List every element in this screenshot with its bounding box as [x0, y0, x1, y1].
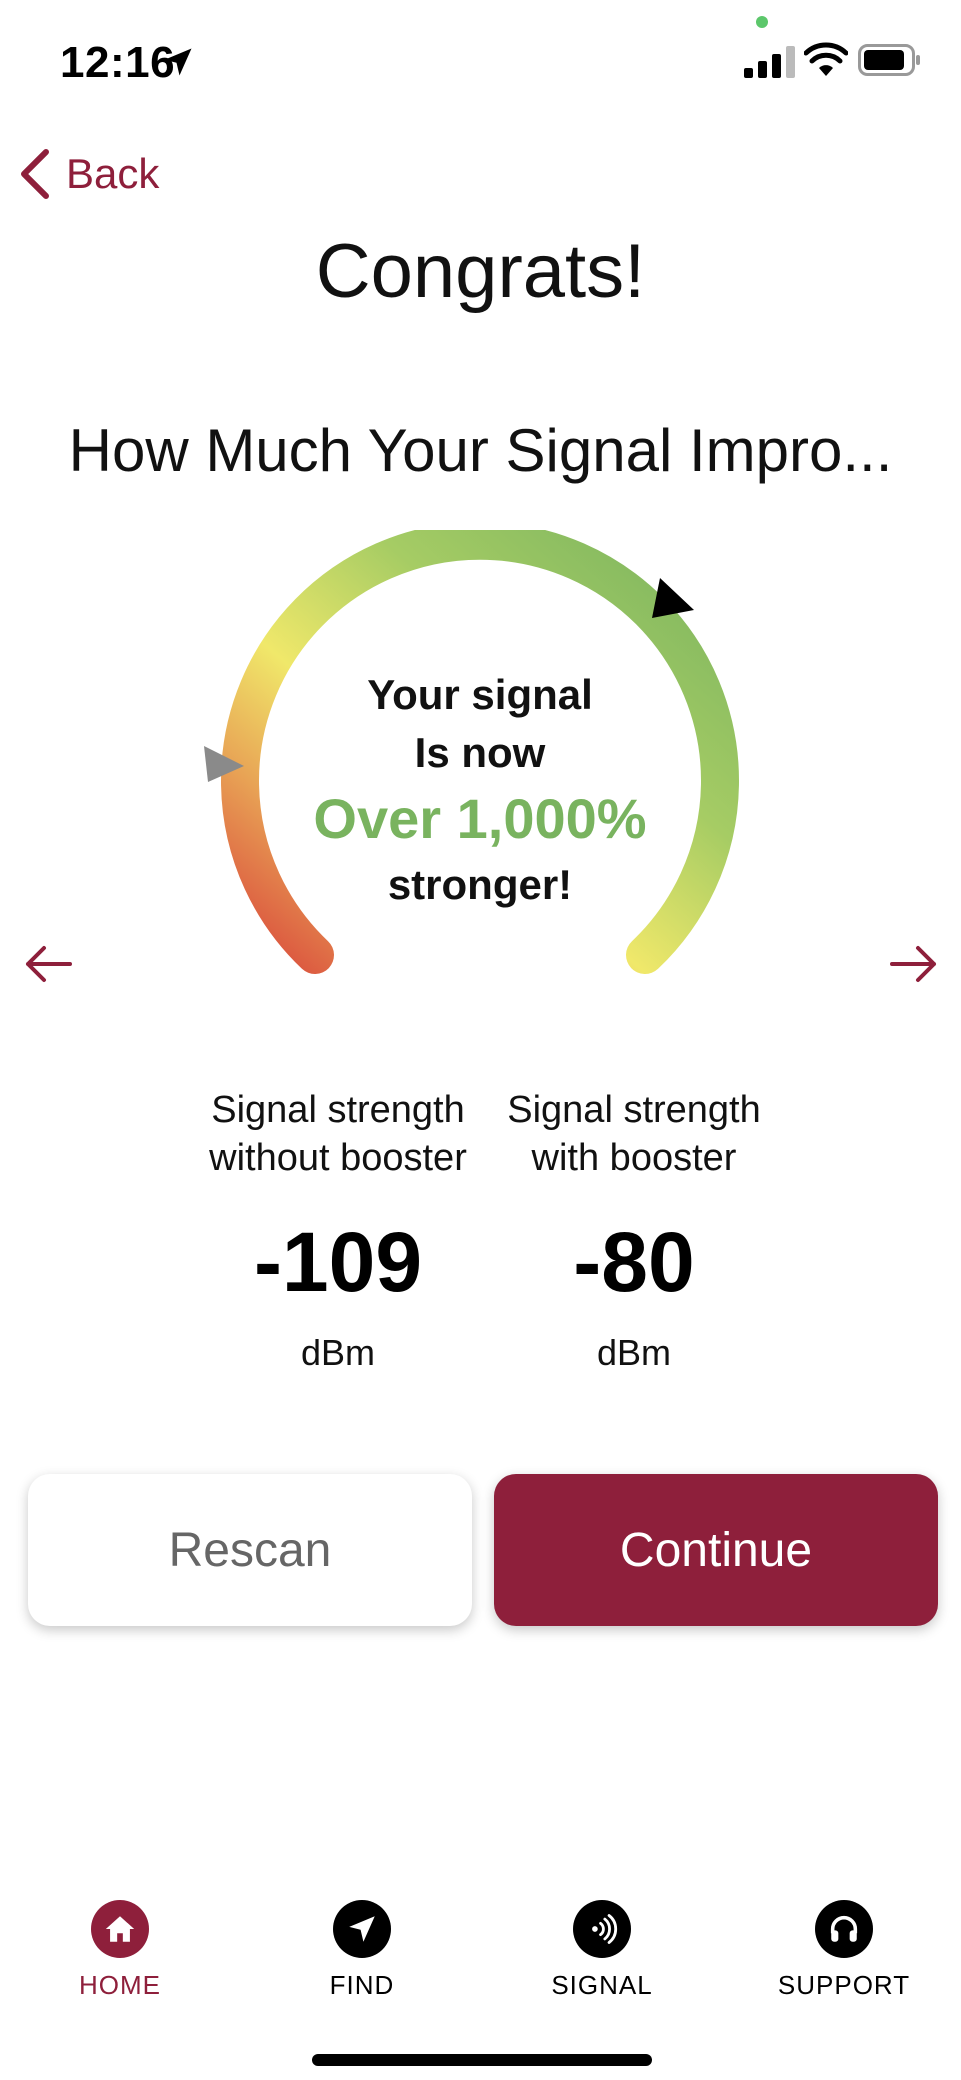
continue-button[interactable]: Continue [494, 1474, 938, 1626]
stat-without-booster: Signal strength without booster -109 dBm [188, 1086, 488, 1374]
tab-support[interactable]: SUPPORT [744, 1900, 944, 2001]
stat-unit: dBm [300, 1332, 376, 1373]
battery-icon [858, 44, 920, 76]
arrow-right-icon[interactable] [888, 942, 940, 986]
signal-waves-icon [573, 1900, 631, 1958]
back-button[interactable]: Back [18, 144, 159, 204]
gauge-text-line2: Is now [414, 729, 546, 776]
stat-label: Signal strength with booster [484, 1086, 784, 1182]
tab-home[interactable]: HOME [20, 1900, 220, 2001]
tab-label: SIGNAL [551, 1970, 653, 2000]
stat-unit: dBm [596, 1332, 672, 1373]
rescan-button[interactable]: Rescan [28, 1474, 472, 1626]
cellular-signal-icon [744, 46, 795, 78]
headphones-icon [815, 1900, 873, 1958]
privacy-indicator-dot [756, 16, 768, 28]
chevron-left-icon [21, 149, 49, 199]
tab-label: FIND [329, 1970, 395, 2000]
stat-label-line2: with booster [531, 1137, 737, 1179]
stat-value: -80 [573, 1215, 695, 1309]
home-icon [91, 1900, 149, 1958]
home-indicator [312, 2054, 652, 2066]
location-arrow-icon [164, 48, 192, 76]
tab-find[interactable]: FIND [262, 1900, 462, 2001]
gauge-marker-after [652, 578, 694, 618]
status-time: 12:16 [60, 38, 176, 87]
tab-signal[interactable]: SIGNAL [502, 1900, 702, 2001]
gauge-percent: Over 1,000% [313, 787, 647, 850]
stat-label-line1: Signal strength [211, 1089, 465, 1131]
stat-with-booster: Signal strength with booster -80 dBm [484, 1086, 784, 1374]
stat-label: Signal strength without booster [188, 1086, 488, 1182]
stat-label-line1: Signal strength [507, 1089, 761, 1131]
wifi-icon [804, 42, 848, 76]
stat-value: -109 [253, 1215, 423, 1309]
gauge-text-line4: stronger! [387, 861, 573, 908]
stat-label-line2: without booster [209, 1137, 467, 1179]
gauge-readout: Your signal Is now Over 1,000% stronger! [280, 666, 680, 914]
page-title: Congrats! [315, 229, 646, 314]
gauge-text-line1: Your signal [367, 671, 593, 718]
tab-label: HOME [79, 1970, 161, 2000]
arrow-left-icon[interactable] [22, 942, 74, 986]
back-label: Back [66, 150, 160, 197]
page-subtitle: How Much Your Signal Impro... [68, 417, 893, 484]
tab-label: SUPPORT [777, 1970, 911, 2000]
navigation-arrow-icon [333, 1900, 391, 1958]
